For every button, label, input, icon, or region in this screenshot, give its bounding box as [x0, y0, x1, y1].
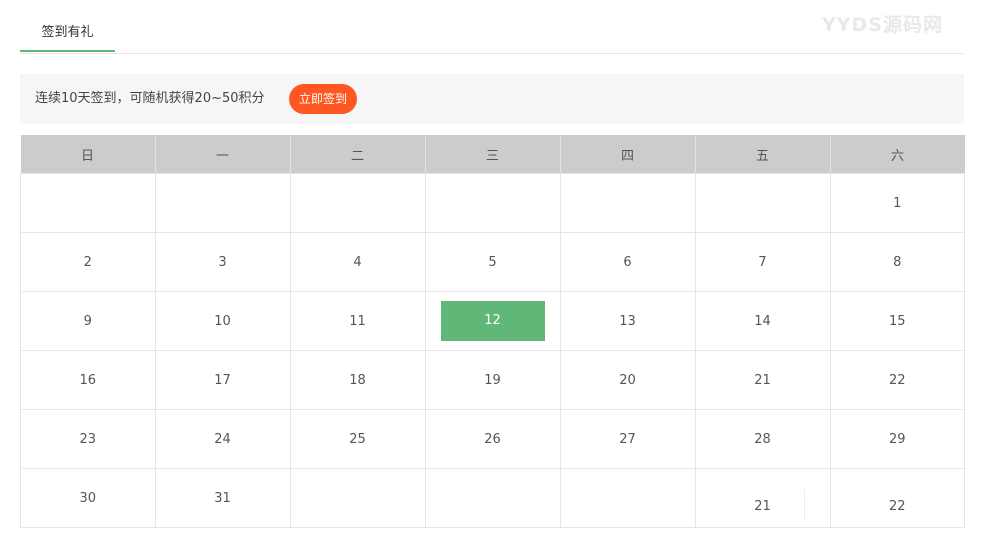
day-cell: 30 — [20, 468, 156, 528]
day-cell-today[interactable]: 12 — [424, 291, 561, 351]
day-cell: 7 — [694, 232, 831, 292]
day-cell-empty — [289, 468, 426, 528]
day-cell: 25 — [289, 409, 426, 469]
weekday-header: 四 — [560, 135, 696, 174]
checkin-button[interactable]: 立即签到 — [289, 84, 358, 114]
day-cell: 28 — [694, 409, 831, 469]
day-cell: 13 — [559, 291, 696, 351]
day-cell: 10 — [154, 291, 291, 351]
day-number: 24 — [214, 431, 231, 447]
calendar-week-row: 2 3 4 5 6 7 8 — [20, 232, 965, 292]
day-number: 28 — [754, 431, 771, 447]
calendar-week-row: 30 31 21 22 — [20, 468, 965, 528]
calendar-week-row: 9 10 11 12 13 14 15 — [20, 291, 965, 351]
day-cell: 14 — [694, 291, 831, 351]
day-number: 29 — [888, 431, 906, 447]
tab-bar: 签到有礼 — [20, 0, 964, 54]
day-number-ghost: 22 — [888, 499, 906, 514]
day-cell-empty — [424, 173, 561, 233]
day-cell: 26 — [424, 409, 561, 469]
day-cell-empty — [559, 173, 696, 233]
day-number: 16 — [79, 372, 97, 388]
day-cell: 20 — [559, 350, 696, 410]
day-number: 25 — [349, 431, 366, 447]
calendar-week-row: 1 — [20, 173, 965, 233]
day-number: 21 — [754, 372, 771, 388]
day-number: 10 — [214, 313, 231, 329]
weekday-header: 三 — [425, 135, 561, 174]
day-number: 22 — [888, 372, 906, 388]
day-cell: 1 — [829, 173, 965, 233]
weekday-header-row: 日 一 二 三 四 五 六 — [20, 135, 965, 174]
cell-divider-fragment — [803, 489, 805, 521]
day-number: 30 — [79, 490, 97, 506]
day-cell: 19 — [424, 350, 561, 410]
day-number: 3 — [218, 254, 227, 270]
day-cell: 9 — [20, 291, 156, 351]
notice-text: 连续10天签到，可随机获得20~50积分 — [35, 91, 265, 106]
day-cell: 5 — [424, 232, 561, 292]
day-number-ghost: 21 — [754, 499, 771, 514]
day-cell: 11 — [289, 291, 426, 351]
day-number: 26 — [484, 431, 501, 447]
day-cell: 6 — [559, 232, 696, 292]
day-number: 7 — [758, 254, 767, 270]
day-cell-overlap: 21 — [694, 468, 831, 528]
today-marker: 12 — [440, 301, 545, 341]
day-cell: 3 — [154, 232, 291, 292]
weekday-header: 六 — [830, 135, 965, 174]
day-cell: 23 — [20, 409, 156, 469]
day-cell: 18 — [289, 350, 426, 410]
day-cell: 8 — [829, 232, 965, 292]
day-number: 13 — [619, 313, 636, 329]
day-cell: 29 — [829, 409, 965, 469]
day-number: 4 — [353, 254, 362, 270]
day-number: 6 — [623, 254, 632, 270]
day-cell: 4 — [289, 232, 426, 292]
tab-checkin-rewards[interactable]: 签到有礼 — [20, 0, 115, 52]
day-cell: 17 — [154, 350, 291, 410]
weekday-header: 一 — [155, 135, 291, 174]
day-cell-empty — [20, 173, 156, 233]
checkin-notice: 连续10天签到，可随机获得20~50积分 立即签到 — [20, 74, 964, 124]
day-number: 15 — [888, 313, 906, 329]
day-cell: 2 — [20, 232, 156, 292]
day-number: 9 — [83, 313, 92, 329]
day-cell: 16 — [20, 350, 156, 410]
day-number: 20 — [619, 372, 636, 388]
day-number: 31 — [214, 490, 231, 506]
day-number: 23 — [79, 431, 97, 447]
day-cell-overlap: 22 — [829, 468, 965, 528]
day-cell: 31 — [154, 468, 291, 528]
weekday-header: 二 — [290, 135, 426, 174]
day-cell: 22 — [829, 350, 965, 410]
weekday-header: 五 — [695, 135, 831, 174]
day-number: 19 — [484, 372, 501, 388]
calendar-week-row: 23 24 25 26 27 28 29 — [20, 409, 965, 469]
day-cell-empty — [559, 468, 696, 528]
day-number: 27 — [619, 431, 636, 447]
day-cell-empty — [154, 173, 291, 233]
day-cell: 15 — [829, 291, 965, 351]
day-number: 1 — [893, 195, 902, 211]
day-cell-empty — [424, 468, 561, 528]
day-cell-empty — [694, 173, 831, 233]
day-number: 5 — [488, 254, 497, 270]
day-number: 8 — [893, 254, 902, 270]
weekday-header: 日 — [20, 135, 156, 174]
day-cell: 21 — [694, 350, 831, 410]
calendar: 日 一 二 三 四 五 六 1 2 3 4 5 6 7 8 9 10 11 12… — [20, 135, 965, 528]
day-cell: 27 — [559, 409, 696, 469]
day-cell: 24 — [154, 409, 291, 469]
day-number: 11 — [349, 313, 366, 329]
day-cell-empty — [289, 173, 426, 233]
day-number: 2 — [83, 254, 92, 270]
day-number: 18 — [349, 372, 366, 388]
day-number: 14 — [754, 313, 771, 329]
calendar-week-row: 16 17 18 19 20 21 22 — [20, 350, 965, 410]
day-number: 17 — [214, 372, 231, 388]
